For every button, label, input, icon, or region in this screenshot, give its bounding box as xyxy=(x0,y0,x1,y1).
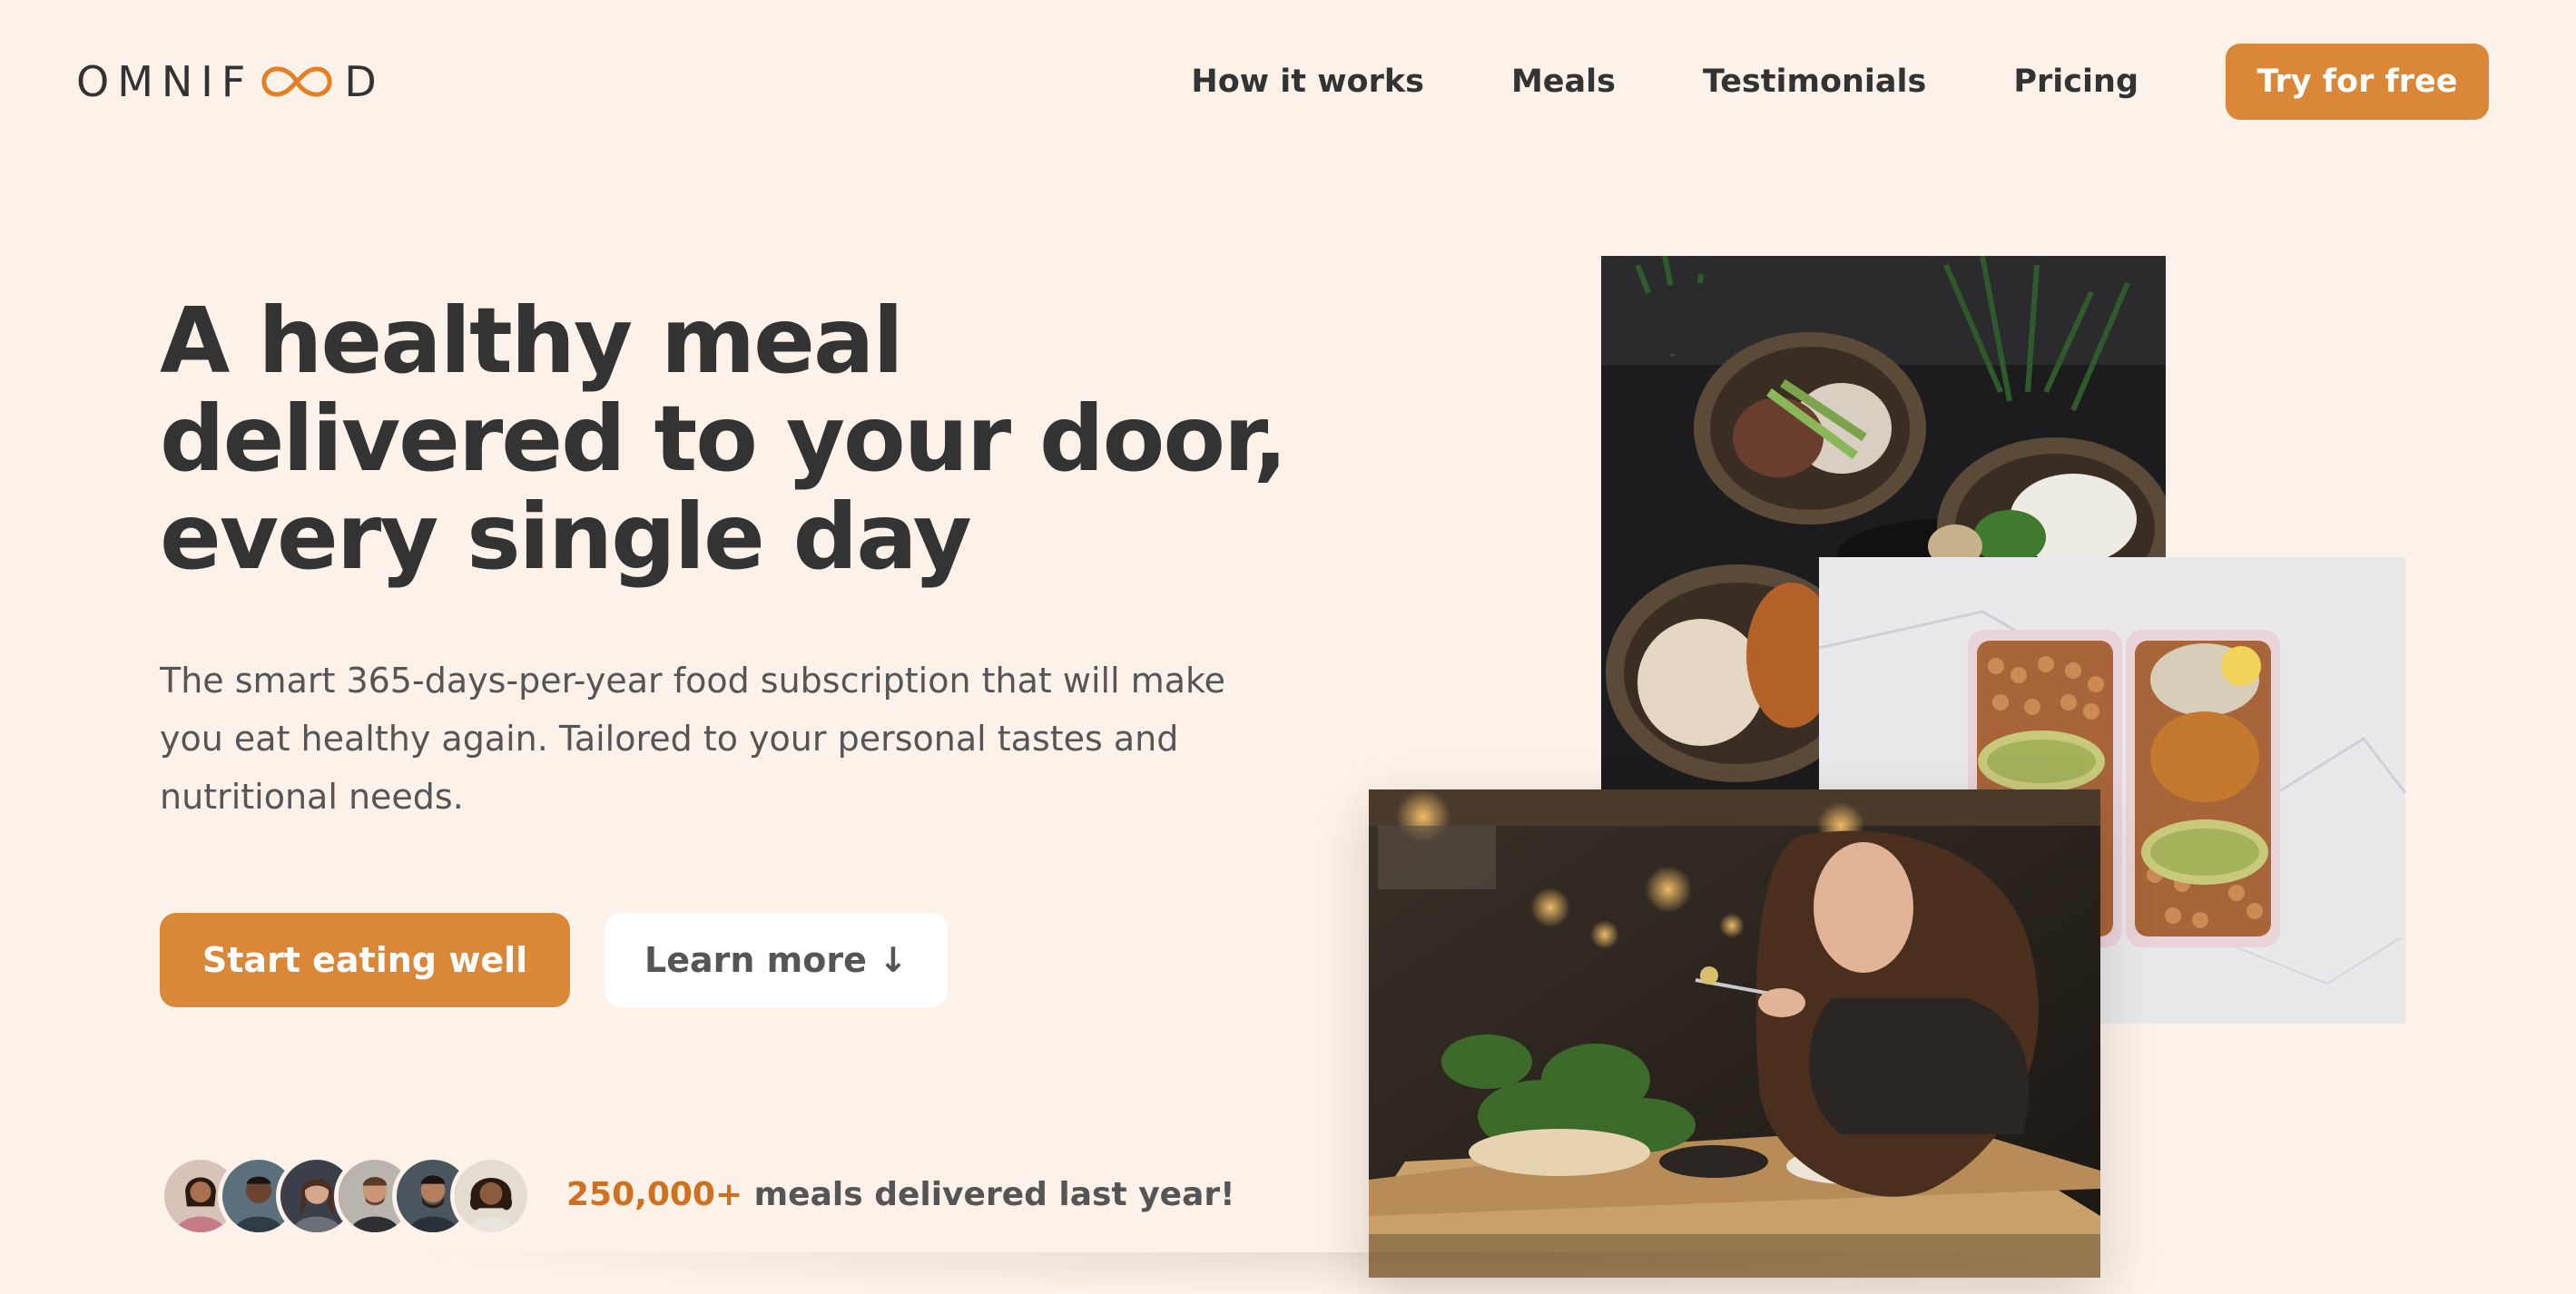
logo-text-right: D xyxy=(344,57,385,106)
meals-delivered-label: meals delivered last year! xyxy=(742,1176,1235,1213)
section-shadow xyxy=(390,1252,2206,1294)
main-nav: How it works Meals Testimonials Pricing … xyxy=(1191,44,2489,120)
hero-title: A healthy meal delivered to your door, e… xyxy=(160,288,1288,590)
hero-description: The smart 365-days-per-year food subscri… xyxy=(160,661,1226,817)
infinity-logo-icon xyxy=(255,60,339,103)
nav-meals[interactable]: Meals xyxy=(1511,64,1616,100)
nav-testimonials[interactable]: Testimonials xyxy=(1703,64,1926,100)
meals-delivered-text: 250,000+ meals delivered last year! xyxy=(566,1176,1235,1213)
learn-more-button[interactable]: Learn more ↓ xyxy=(605,913,948,1007)
woman-eating-photo xyxy=(1369,789,2100,1278)
start-eating-well-button[interactable]: Start eating well xyxy=(160,913,570,1007)
customer-avatar xyxy=(450,1155,532,1237)
logo-text-left: OMNIF xyxy=(76,57,254,106)
customer-avatars xyxy=(160,1152,532,1240)
logo[interactable]: OMNIF D xyxy=(76,56,385,107)
nav-pricing[interactable]: Pricing xyxy=(2013,64,2138,100)
header: OMNIF D How it works Meals Testimonials … xyxy=(0,0,2576,163)
meals-delivered-count: 250,000+ xyxy=(566,1176,743,1213)
try-for-free-button[interactable]: Try for free xyxy=(2226,44,2489,120)
nav-how-it-works[interactable]: How it works xyxy=(1191,64,1424,100)
